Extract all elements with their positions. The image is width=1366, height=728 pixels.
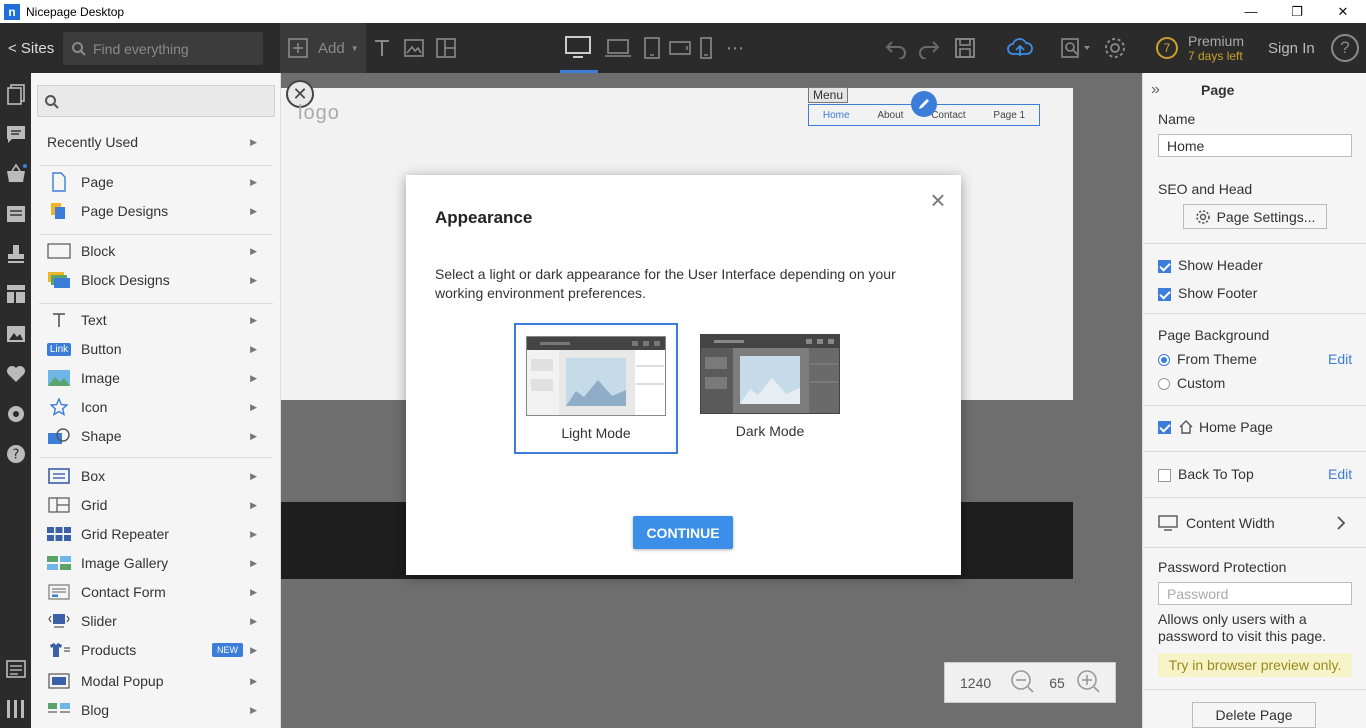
dialog-title: Appearance bbox=[435, 208, 533, 227]
dark-mode-preview-icon bbox=[700, 334, 840, 414]
light-mode-option[interactable]: Light Mode bbox=[514, 323, 678, 454]
light-mode-preview-icon bbox=[526, 336, 666, 416]
dialog-close-icon[interactable]: × bbox=[926, 187, 950, 213]
modal-overlay: Appearance × Select a light or dark appe… bbox=[0, 0, 1366, 728]
dark-mode-option[interactable]: Dark Mode bbox=[688, 323, 852, 454]
dark-mode-label: Dark Mode bbox=[735, 423, 805, 439]
light-mode-label: Light Mode bbox=[561, 425, 631, 441]
dialog-description: Select a light or dark appearance for th… bbox=[435, 266, 896, 301]
continue-button[interactable]: CONTINUE bbox=[633, 516, 733, 549]
appearance-dialog: Appearance × Select a light or dark appe… bbox=[406, 175, 961, 575]
